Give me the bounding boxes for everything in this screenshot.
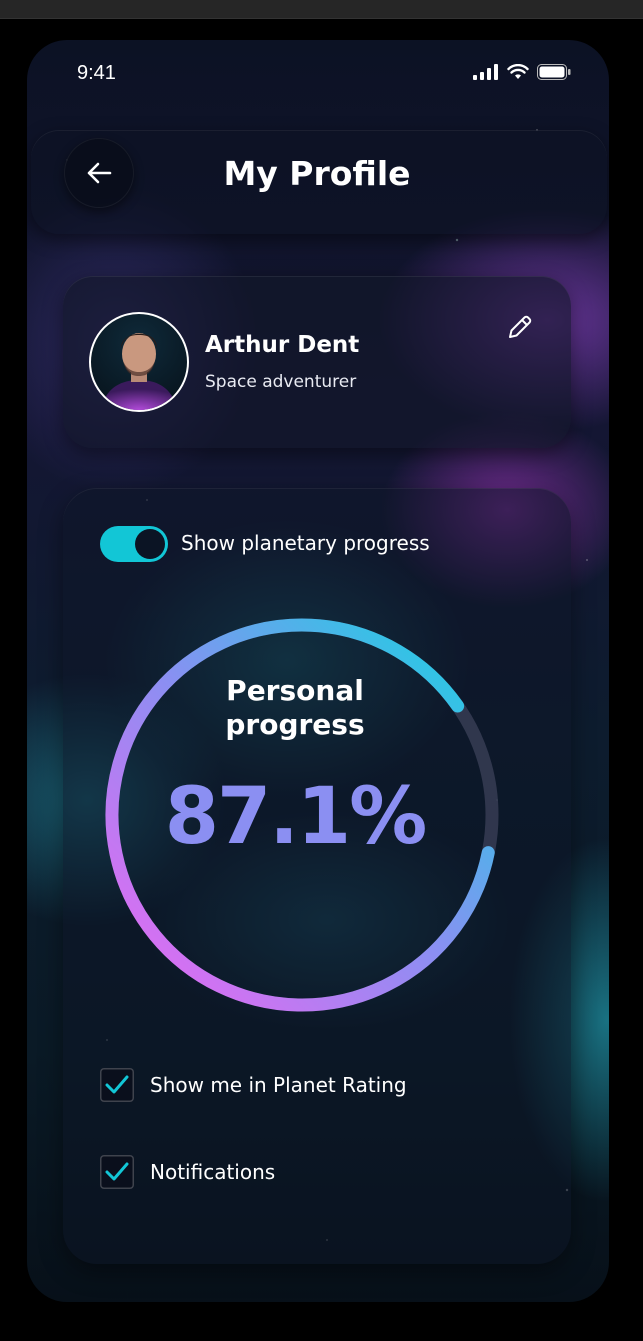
battery-icon — [537, 64, 571, 80]
progress-title-line1: Personal — [226, 674, 364, 707]
user-name: Arthur Dent — [205, 332, 360, 358]
planetary-progress-toggle[interactable] — [100, 526, 168, 562]
back-button[interactable] — [64, 138, 134, 208]
signal-bars-icon — [473, 64, 498, 80]
page-title: My Profile — [223, 154, 411, 193]
phone-screen: 9:41 My Profile Arthur Dent Space advent… — [27, 40, 609, 1302]
edit-profile-button[interactable] — [503, 310, 537, 344]
status-time: 9:41 — [77, 62, 116, 84]
progress-title: Personal progress — [167, 674, 423, 742]
browser-top-bar — [0, 0, 643, 19]
toggle-knob — [135, 529, 165, 559]
notifications-label: Notifications — [150, 1160, 276, 1184]
planet-rating-checkbox[interactable] — [100, 1068, 134, 1102]
planet-rating-label: Show me in Planet Rating — [150, 1073, 407, 1097]
checkmark-icon — [105, 1075, 129, 1094]
wifi-icon — [507, 64, 529, 79]
toggle-label: Show planetary progress — [181, 531, 430, 555]
arrow-left-icon — [87, 162, 112, 184]
progress-title-line2: progress — [225, 708, 365, 741]
pencil-icon — [509, 315, 532, 338]
avatar-portrait — [101, 333, 177, 410]
checkmark-icon — [105, 1162, 129, 1181]
user-subtitle: Space adventurer — [205, 372, 357, 392]
notifications-checkbox[interactable] — [100, 1155, 134, 1189]
status-icons — [473, 64, 571, 80]
progress-value: 87.1% — [164, 772, 428, 862]
avatar[interactable] — [89, 312, 189, 412]
